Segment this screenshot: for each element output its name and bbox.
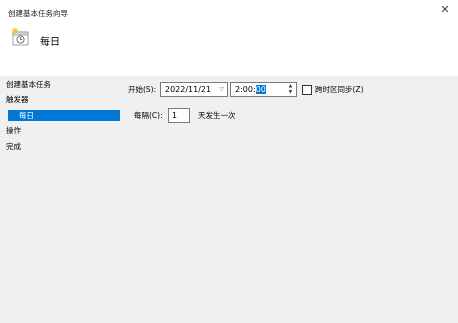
- start-time-picker[interactable]: 2:00:00 ▲ ▼: [230, 82, 297, 97]
- recur-label: 每隔(C):: [134, 111, 163, 120]
- nav-item-create-basic-task[interactable]: 创建基本任务: [6, 79, 51, 90]
- start-date-picker[interactable]: 2022/11/21 ▽: [160, 82, 228, 97]
- start-time-value: 2:00:00: [235, 84, 266, 96]
- nav-item-action[interactable]: 操作: [6, 125, 21, 136]
- daily-trigger-form: 开始(S): 2022/11/21 ▽ 2:00:00 ▲ ▼ 跨时区同步(Z)…: [122, 76, 458, 323]
- close-button[interactable]: ✕: [438, 3, 452, 17]
- recur-days-input[interactable]: 1: [168, 108, 190, 123]
- nav-item-trigger[interactable]: 触发器: [6, 94, 29, 105]
- window-title: 创建基本任务向导: [8, 9, 68, 18]
- spin-down-icon[interactable]: ▼: [286, 90, 295, 96]
- time-spinner[interactable]: ▲ ▼: [286, 84, 295, 95]
- sync-timezones-checkbox[interactable]: [302, 85, 312, 95]
- page-title: 每日: [40, 37, 60, 48]
- time-hours-minutes: 2:00:: [235, 85, 256, 94]
- recur-suffix: 天发生一次: [198, 111, 236, 120]
- wizard-header: 创建基本任务向导 ✕ 每日: [0, 0, 458, 76]
- start-date-value: 2022/11/21: [165, 85, 212, 94]
- start-label: 开始(S):: [128, 85, 157, 94]
- time-seconds-selected[interactable]: 00: [255, 85, 266, 94]
- calendar-clock-icon: [11, 27, 31, 48]
- nav-item-daily[interactable]: 每日: [8, 110, 120, 121]
- wizard-steps-nav: 创建基本任务 触发器 每日 操作 完成: [0, 76, 122, 323]
- nav-item-finish[interactable]: 完成: [6, 141, 21, 152]
- sync-timezones-label[interactable]: 跨时区同步(Z): [315, 84, 364, 96]
- chevron-down-icon[interactable]: ▽: [219, 83, 224, 96]
